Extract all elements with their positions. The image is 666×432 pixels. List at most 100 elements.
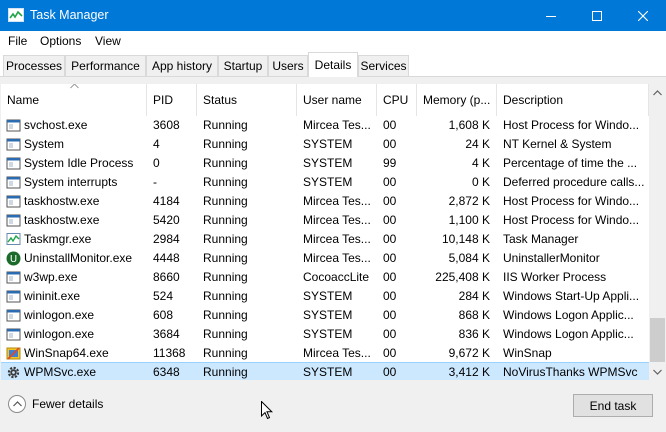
- process-memory: 836 K: [458, 327, 490, 341]
- process-name: svchost.exe: [24, 118, 88, 132]
- column-header-status[interactable]: Status: [197, 84, 297, 116]
- process-cpu: 00: [383, 213, 397, 227]
- chevron-down-icon: [653, 369, 662, 375]
- process-cpu: 00: [383, 194, 397, 208]
- fewer-details-toggle[interactable]: Fewer details: [8, 395, 103, 413]
- tab-performance[interactable]: Performance: [65, 55, 146, 76]
- title-bar[interactable]: Task Manager: [0, 0, 666, 31]
- table-row[interactable]: winlogon.exe 608 Running SYSTEM 00 868 K Windo…: [1, 306, 649, 325]
- menu-view[interactable]: View: [95, 34, 121, 48]
- tab-processes[interactable]: Processes: [3, 55, 65, 76]
- process-description: Task Manager: [503, 232, 579, 246]
- column-header-name[interactable]: Name: [1, 84, 147, 116]
- column-header-description[interactable]: Description: [497, 84, 649, 116]
- menu-options[interactable]: Options: [40, 34, 81, 48]
- tab-details[interactable]: Details: [308, 52, 358, 77]
- process-pid: 524: [153, 289, 174, 303]
- process-memory: 2,872 K: [448, 194, 490, 208]
- process-name: System: [24, 137, 65, 151]
- process-description: Windows Logon Applic...: [503, 327, 634, 341]
- process-description: NT Kernel & System: [503, 137, 612, 151]
- table-row[interactable]: taskhostw.exe 5420 Running Mircea Tes... 00 1…: [1, 211, 649, 230]
- table-row[interactable]: System 4 Running SYSTEM 00 24 K NT Kernel & Sy…: [1, 135, 649, 154]
- process-status: Running: [203, 327, 248, 341]
- table-row[interactable]: w3wp.exe 8660 Running CocoaccLite 00 225,408 …: [1, 268, 649, 287]
- process-status: Running: [203, 232, 248, 246]
- column-header-row: Name PID Status User name CPU Memory (p.…: [1, 84, 649, 116]
- process-pid: 6348: [153, 365, 180, 379]
- process-cpu: 00: [383, 327, 397, 341]
- end-task-button[interactable]: End task: [573, 394, 653, 417]
- table-row-selected[interactable]: WPMSvc.exe 6348 Running SYSTEM 00 3,412 K NoVi…: [1, 362, 650, 380]
- process-description: Host Process for Windo...: [503, 118, 640, 132]
- table-row[interactable]: U UninstallMonitor.exe 4448 Running Mircea T…: [1, 249, 649, 268]
- process-cpu: 00: [383, 137, 397, 151]
- process-pid: 4448: [153, 251, 180, 265]
- table-row[interactable]: svchost.exe 3608 Running Mircea Tes... 00 1,6…: [1, 116, 649, 135]
- process-name: wininit.exe: [24, 289, 81, 303]
- column-header-pid[interactable]: PID: [147, 84, 197, 116]
- column-header-cpu[interactable]: CPU: [377, 84, 417, 116]
- process-name: System Idle Process: [24, 156, 134, 170]
- process-status: Running: [203, 308, 248, 322]
- maximize-button[interactable]: [574, 0, 620, 31]
- process-pid: 0: [153, 156, 160, 170]
- scroll-up-button[interactable]: [649, 84, 665, 101]
- process-user: SYSTEM: [303, 308, 353, 322]
- close-button[interactable]: [620, 0, 666, 31]
- process-user: Mircea Tes...: [303, 346, 371, 360]
- table-row[interactable]: System interrupts - Running SYSTEM 00 0 K Defe…: [1, 173, 649, 192]
- process-memory: 868 K: [458, 308, 490, 322]
- process-status: Running: [203, 251, 248, 265]
- process-cpu: 00: [383, 175, 397, 189]
- table-row[interactable]: taskhostw.exe 4184 Running Mircea Tes... 00 2…: [1, 192, 649, 211]
- process-name: System interrupts: [24, 175, 118, 189]
- table-row[interactable]: wininit.exe 524 Running SYSTEM 00 284 K Window…: [1, 287, 649, 306]
- process-memory: 3,412 K: [448, 365, 490, 379]
- fewer-details-label: Fewer details: [32, 397, 104, 411]
- tab-app-history[interactable]: App history: [146, 55, 218, 76]
- process-cpu: 00: [383, 232, 397, 246]
- process-name: winlogon.exe: [24, 327, 95, 341]
- process-pid: 608: [153, 308, 174, 322]
- column-header-memory[interactable]: Memory (p...: [417, 84, 497, 116]
- process-cpu: 00: [383, 346, 397, 360]
- task-manager-app-icon: [8, 8, 24, 22]
- process-description: NoVirusThanks WPMSvc: [503, 365, 638, 379]
- process-user: Mircea Tes...: [303, 194, 371, 208]
- process-status: Running: [203, 213, 248, 227]
- process-pid: 3608: [153, 118, 180, 132]
- mouse-cursor-icon: [261, 401, 273, 420]
- process-status: Running: [203, 118, 248, 132]
- table-row[interactable]: winlogon.exe 3684 Running SYSTEM 00 836 K Wind…: [1, 325, 649, 344]
- process-status: Running: [203, 156, 248, 170]
- process-status: Running: [203, 194, 248, 208]
- process-user: SYSTEM: [303, 289, 353, 303]
- vertical-scrollbar[interactable]: [649, 84, 665, 380]
- table-row[interactable]: WinSnap64.exe 11368 Running Mircea Tes... 00…: [1, 344, 649, 363]
- minimize-button[interactable]: [528, 0, 574, 31]
- tab-users[interactable]: Users: [268, 55, 308, 76]
- process-pid: 4: [153, 137, 160, 151]
- table-row[interactable]: System Idle Process 0 Running SYSTEM 99 4 K Pe…: [1, 154, 649, 173]
- process-memory: 9,672 K: [448, 346, 490, 360]
- footer-bar: Fewer details End task: [0, 380, 666, 432]
- process-details-list[interactable]: Name PID Status User name CPU Memory (p.…: [1, 84, 665, 380]
- column-header-user-name[interactable]: User name: [297, 84, 377, 116]
- process-pid: 2984: [153, 232, 180, 246]
- process-memory: 1,608 K: [448, 118, 490, 132]
- process-name: taskhostw.exe: [24, 194, 100, 208]
- scrollbar-thumb[interactable]: [650, 318, 665, 362]
- process-user: SYSTEM: [303, 365, 353, 379]
- process-name: w3wp.exe: [24, 270, 78, 284]
- menu-file[interactable]: File: [8, 34, 27, 48]
- scroll-down-button[interactable]: [649, 363, 665, 380]
- process-name: UninstallMonitor.exe: [24, 251, 133, 265]
- process-user: SYSTEM: [303, 175, 353, 189]
- process-memory: 225,408 K: [435, 270, 490, 284]
- process-name: winlogon.exe: [24, 308, 95, 322]
- tab-services[interactable]: Services: [358, 55, 409, 76]
- table-row[interactable]: Taskmgr.exe 2984 Running Mircea Tes... 00 10,…: [1, 230, 649, 249]
- tab-startup[interactable]: Startup: [218, 55, 268, 76]
- chevron-up-icon: [653, 89, 662, 95]
